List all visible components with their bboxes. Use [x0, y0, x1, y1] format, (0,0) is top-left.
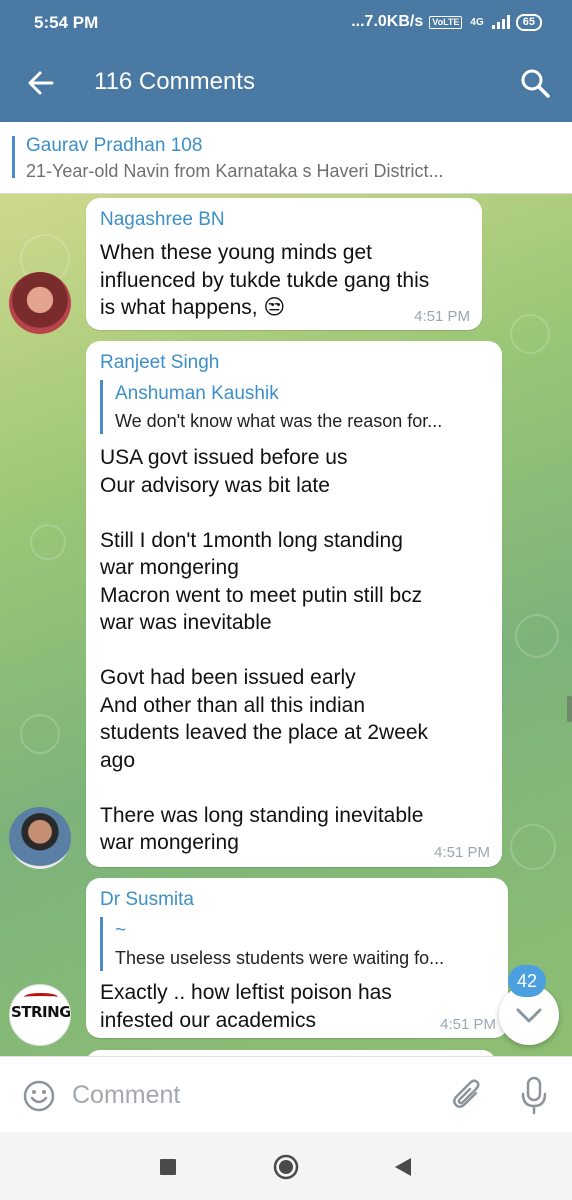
quote-text: These useless students were waiting fo..… — [115, 948, 445, 968]
wallpaper-doodle — [515, 614, 559, 658]
wallpaper-doodle — [20, 714, 60, 754]
recents-icon[interactable] — [153, 1152, 183, 1182]
message-bubble[interactable]: Dr Susmita ~ These useless students were… — [86, 878, 508, 1038]
message-text: USA govt issued before us Our advisory w… — [100, 446, 429, 854]
wallpaper-doodle — [510, 314, 550, 354]
message-time: 4:51 PM — [414, 308, 470, 325]
network-speed: ...7.0KB/s — [351, 13, 424, 30]
battery-icon: 65 — [515, 13, 542, 31]
message-author[interactable]: Dr Susmita — [100, 889, 194, 911]
message-text: When these young minds get influenced by… — [100, 241, 430, 319]
page-title: 116 Comments — [94, 68, 255, 95]
chevron-down-icon — [516, 1008, 542, 1023]
reply-quote[interactable]: Anshuman Kaushik We don't know what was … — [100, 380, 486, 434]
pinned-author: Gaurav Pradhan 108 — [26, 135, 203, 156]
volte-icon: VoLTE — [429, 15, 463, 29]
status-indicators: ...7.0KB/s VoLTE 4G 65 — [351, 13, 542, 31]
signal-icon — [491, 15, 510, 29]
avatar[interactable]: STRING — [9, 984, 71, 1046]
chat-area[interactable]: Nagashree BN When these young minds get … — [0, 194, 572, 1056]
message-bubble[interactable]: Ranjeet Singh Anshuman Kaushik We don't … — [86, 341, 502, 867]
status-bar: 5:54 PM ...7.0KB/s VoLTE 4G 65 — [0, 0, 572, 44]
message-author[interactable]: Ranjeet Singh — [100, 352, 219, 374]
comment-input-bar — [0, 1056, 572, 1132]
pinned-post[interactable]: Gaurav Pradhan 108 21-Year-old Navin fro… — [0, 122, 572, 194]
network-type: 4G — [470, 16, 484, 28]
home-icon[interactable] — [271, 1152, 301, 1182]
message-text: Exactly .. how leftist poison has infest… — [100, 981, 392, 1032]
avatar-logo-text: STRING — [10, 1003, 71, 1021]
wallpaper-doodle — [510, 824, 556, 870]
attach-icon[interactable] — [450, 1077, 484, 1115]
message-time: 4:51 PM — [434, 844, 490, 861]
pinned-snippet: 21-Year-old Navin from Karnataka s Haver… — [26, 161, 444, 181]
comment-input[interactable] — [72, 1077, 432, 1113]
system-nav-bar — [0, 1132, 572, 1200]
scrollbar-thumb[interactable] — [567, 696, 572, 722]
back-nav-icon[interactable] — [388, 1152, 418, 1182]
wallpaper-doodle — [30, 524, 66, 560]
quote-author: ~ — [115, 920, 127, 941]
message-time: 4:51 PM — [440, 1016, 496, 1033]
status-time: 5:54 PM — [34, 13, 99, 32]
avatar[interactable] — [9, 272, 71, 334]
quote-author: Anshuman Kaushik — [115, 383, 279, 404]
reply-quote[interactable]: ~ These useless students were waiting fo… — [100, 917, 492, 971]
microphone-icon[interactable] — [518, 1075, 550, 1115]
avatar-logo-mark — [24, 993, 58, 1001]
unread-count-badge[interactable]: 42 — [508, 965, 546, 997]
app-bar: 116 Comments — [0, 44, 572, 122]
message-bubble[interactable]: Nagashree BN When these young minds get … — [86, 198, 482, 330]
quote-text: We don't know what was the reason for... — [115, 411, 443, 431]
pinned-accent-bar — [12, 136, 15, 178]
avatar[interactable] — [9, 807, 71, 869]
message-author[interactable]: Nagashree BN — [100, 209, 225, 231]
search-icon[interactable] — [518, 66, 552, 100]
arrow-left-icon[interactable] — [24, 66, 58, 100]
emoji-icon[interactable] — [22, 1079, 56, 1113]
